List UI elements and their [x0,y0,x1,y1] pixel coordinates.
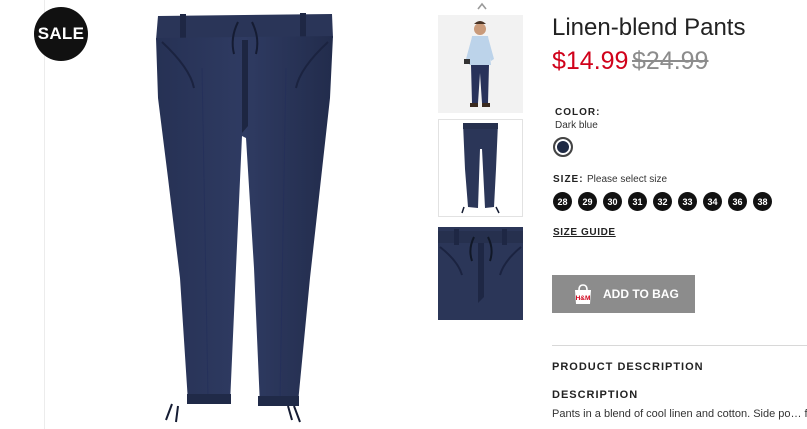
thumbnail-detail[interactable] [438,227,523,320]
size-label: SIZE: [553,174,584,185]
size-hint: Please select size [587,174,668,185]
size-option[interactable]: 38 [753,192,772,211]
description-subheading: DESCRIPTION [552,389,639,401]
description-text: Pants in a blend of cool linen and cotto… [552,408,807,420]
add-to-bag-button[interactable]: H&M ADD TO BAG [552,275,695,313]
color-value: Dark blue [555,120,598,131]
size-option[interactable]: 31 [628,192,647,211]
thumbnail-flat[interactable] [438,119,523,217]
size-option[interactable]: 34 [703,192,722,211]
size-options: 28 29 30 31 32 33 34 36 38 [553,192,772,211]
original-price: $24.99 [632,47,709,75]
chevron-up-icon[interactable] [476,1,488,11]
section-divider [552,345,807,346]
size-option[interactable]: 29 [578,192,597,211]
size-option[interactable]: 33 [678,192,697,211]
size-option[interactable]: 28 [553,192,572,211]
svg-text:H&M: H&M [576,295,591,302]
size-guide-link[interactable]: SIZE GUIDE [553,227,616,238]
main-product-image[interactable] [150,8,340,426]
size-option[interactable]: 30 [603,192,622,211]
size-option[interactable]: 32 [653,192,672,211]
product-title: Linen-blend Pants [552,14,746,41]
thumbnail-model[interactable] [438,15,523,113]
hm-shopping-bag-icon: H&M [575,284,591,304]
sale-price: $14.99 [552,47,629,75]
left-divider [44,0,45,429]
product-description-heading[interactable]: PRODUCT DESCRIPTION [552,361,704,373]
sale-badge: SALE [34,7,88,61]
add-to-bag-label: ADD TO BAG [603,287,679,301]
size-option[interactable]: 36 [728,192,747,211]
color-swatch-dark-blue[interactable] [553,137,573,157]
color-label: COLOR: [555,107,601,118]
